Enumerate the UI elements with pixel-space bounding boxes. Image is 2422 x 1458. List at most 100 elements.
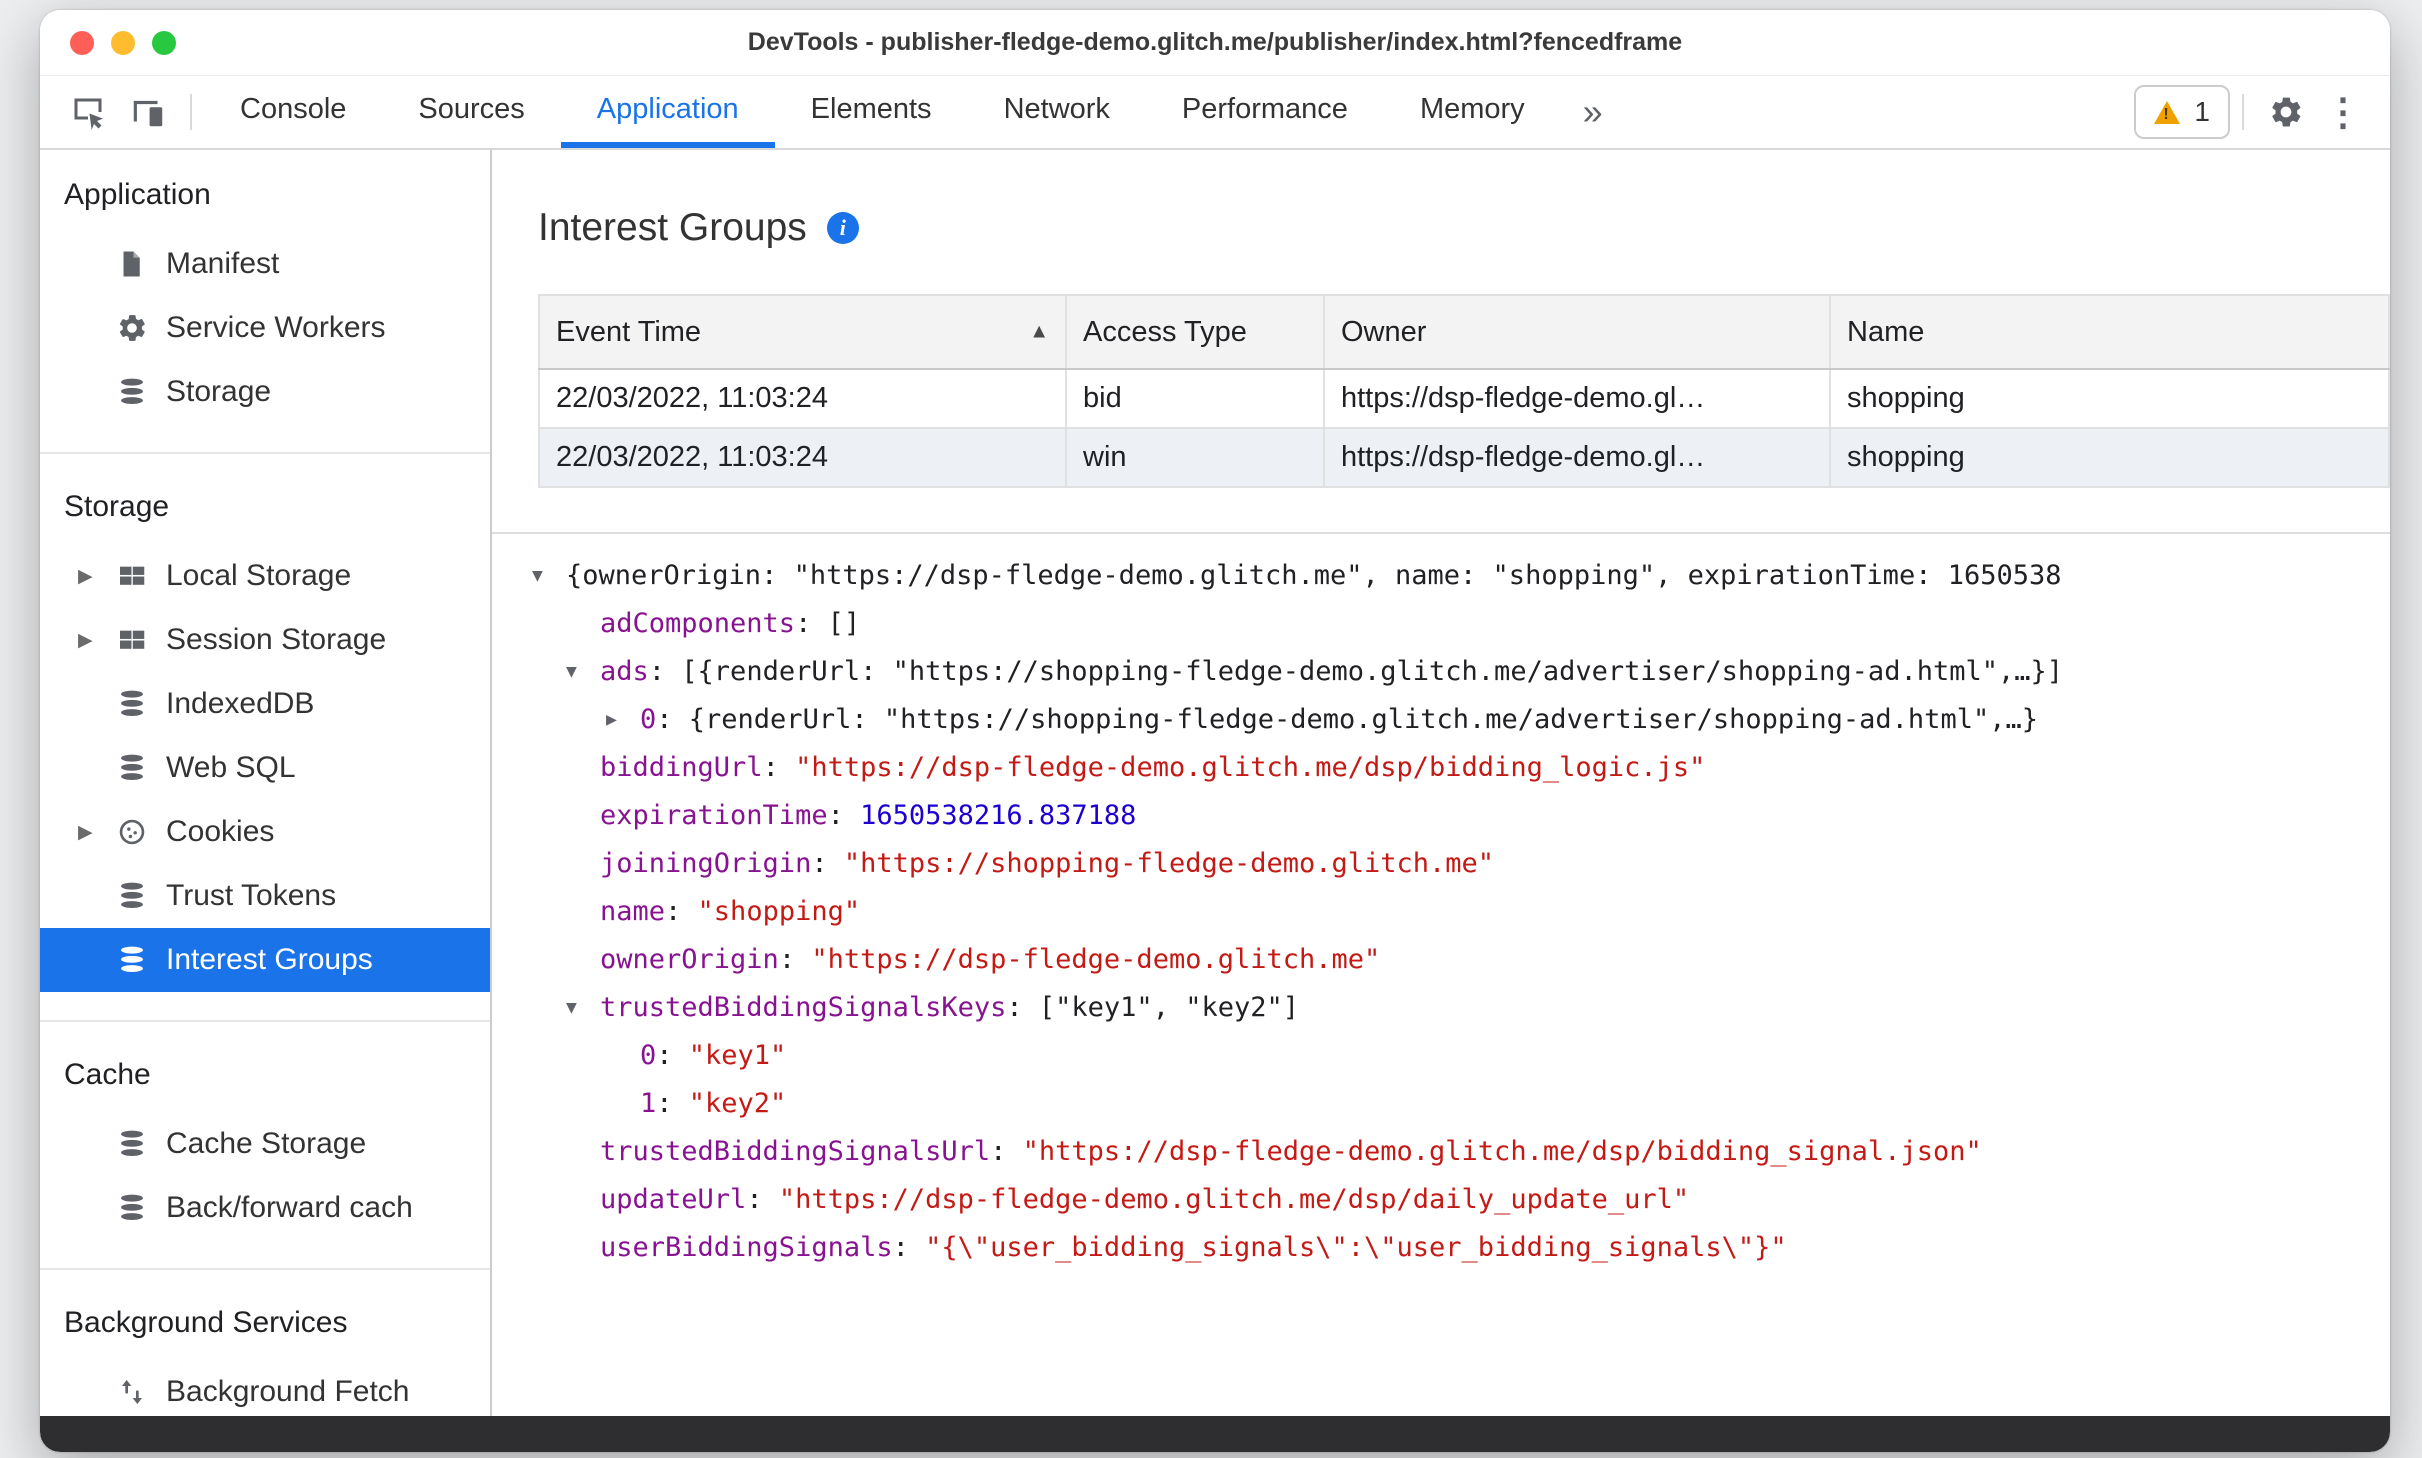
column-header-access-type[interactable]: Access Type [1065,294,1325,370]
sidebar-item-cookies[interactable]: ▶ Cookies [40,800,490,864]
interest-groups-table: Event Time ▲ Access Type Owner Name 22/03/20… [538,294,2390,488]
issues-count: 1 [2194,96,2210,127]
tree-segment: : [] [795,608,861,639]
tree-segment: "{\"user_bidding_signals\":\"user_biddin… [925,1232,1787,1263]
sidebar-item-service-workers[interactable]: Service Workers [40,296,490,360]
page-title: Interest Groups [538,206,807,249]
tab-performance[interactable]: Performance [1146,76,1384,148]
column-header-label: Event Time [556,315,702,348]
tab-elements[interactable]: Elements [775,76,968,148]
window-title: DevTools - publisher-fledge-demo.glitch.… [747,28,1683,56]
cell-name: shopping [1829,427,2390,488]
table-row[interactable]: 22/03/2022, 11:03:24 win https://dsp-fledg… [538,427,2390,488]
chevron-down-icon[interactable]: ▼ [566,984,577,1032]
tree-segment: trustedBiddingSignalsKeys [600,992,1007,1023]
sidebar-item-label: Trust Tokens [166,879,337,912]
sidebar-item-trust-tokens[interactable]: Trust Tokens [40,864,490,928]
sidebar-item-local-storage[interactable]: ▶ Local Storage [40,544,490,608]
tree-segment: 1650538216.837188 [860,800,1137,831]
tree-segment: : [746,1184,779,1215]
json-tree: ▼ {ownerOrigin: "https://dsp-fledge-demo.… [492,532,2390,1416]
sidebar-item-storage[interactable]: Storage [40,360,490,424]
tree-line: userBiddingSignals: "{\"user_bidding_sig… [492,1224,2390,1272]
tree-line[interactable]: ▶ 0: {renderUrl: "https://shopping-fledge… [492,696,2390,744]
column-header-name[interactable]: Name [1829,294,2390,370]
tab-sources[interactable]: Sources [382,76,560,148]
tree-line: 0: "key1" [492,1032,2390,1080]
content-area: Application Manifest Service Workers Storag… [40,150,2390,1416]
gear-icon [116,312,166,344]
chevron-down-icon[interactable]: ▼ [566,648,577,696]
tab-memory[interactable]: Memory [1384,76,1561,148]
cell-owner: https://dsp-fledge-demo.gl… [1323,427,1831,488]
sidebar-item-indexeddb[interactable]: IndexedDB [40,672,490,736]
info-icon[interactable]: i [826,212,859,244]
tree-segment: 1 [640,1088,657,1119]
sort-ascending-icon: ▲ [1029,320,1049,343]
sidebar-item-label: Storage [166,375,272,408]
close-button[interactable] [70,30,94,55]
table-row[interactable]: 22/03/2022, 11:03:24 bid https://dsp-fledg… [538,368,2390,429]
tree-line[interactable]: ▼ trustedBiddingSignalsKeys: ["key1", "ke… [492,984,2390,1032]
tree-line: expirationTime: 1650538216.837188 [492,792,2390,840]
cell-access-type: win [1065,427,1325,488]
sidebar-item-cache-storage[interactable]: Cache Storage [40,1112,490,1176]
tree-segment: trustedBiddingSignalsUrl [600,1136,991,1167]
zoom-button[interactable] [152,30,176,55]
tree-segment: updateUrl [600,1184,747,1215]
sidebar-item-interest-groups[interactable]: Interest Groups [40,928,490,992]
sidebar-item-label: Back/forward cach [166,1191,413,1224]
chevron-right-icon[interactable]: ▶ [78,629,116,652]
tree-segment: 0 [640,704,657,735]
tree-segment: name [600,896,666,927]
cell-event-time: 22/03/2022, 11:03:24 [538,427,1067,488]
database-icon [116,376,166,408]
sidebar-item-web-sql[interactable]: Web SQL [40,736,490,800]
tree-segment: ads [600,656,649,687]
tree-segment: : [{renderUrl: "https://shopping-fledge-… [648,656,2063,687]
tree-segment: "https://dsp-fledge-demo.glitch.me" [811,944,1381,975]
sidebar: Application Manifest Service Workers Storag… [40,150,492,1416]
tree-segment: 0 [640,1040,657,1071]
tree-segment: {ownerOrigin: "https://dsp-fledge-demo.g… [566,560,2062,591]
sidebar-item-label: Session Storage [166,623,387,656]
device-toolbar-icon[interactable] [118,76,178,148]
tree-segment: "https://dsp-fledge-demo.glitch.me/dsp/d… [778,1184,1690,1215]
heading-row: Interest Groups i [538,206,2390,250]
column-header-owner[interactable]: Owner [1323,294,1831,370]
inspect-icon[interactable] [58,76,118,148]
sidebar-item-label: Local Storage [166,559,352,592]
tree-line: joiningOrigin: "https://shopping-fledge-… [492,840,2390,888]
settings-gear-icon[interactable] [2256,94,2316,130]
chevron-right-icon[interactable]: ▶ [78,821,116,844]
section-header-background-services: Background Services [64,1306,348,1339]
sidebar-item-background-fetch[interactable]: Background Fetch [40,1360,490,1416]
column-header-event-time[interactable]: Event Time ▲ [538,294,1067,370]
tree-line[interactable]: ▼ ads: [{renderUrl: "https://shopping-fle… [492,648,2390,696]
tab-console[interactable]: Console [204,76,382,148]
chevron-right-icon[interactable]: ▶ [606,696,617,744]
tree-line: trustedBiddingSignalsUrl: "https://dsp-f… [492,1128,2390,1176]
sidebar-item-back-forward-cach[interactable]: Back/forward cach [40,1176,490,1240]
column-header-label: Owner [1341,315,1427,348]
sidebar-item-label: Web SQL [166,751,296,784]
sidebar-item-manifest[interactable]: Manifest [40,232,490,296]
issues-badge[interactable]: ! 1 [2134,85,2230,139]
chevron-right-icon[interactable]: ▶ [78,565,116,588]
tab-application[interactable]: Application [560,76,775,148]
database-icon [116,688,166,720]
tree-segment: "key2" [688,1088,787,1119]
chevron-down-icon[interactable]: ▼ [532,552,543,600]
toolbar-right: ! 1 ⋮ [2134,76,2370,148]
more-tabs-chevron[interactable]: » [1561,76,1625,148]
minimize-button[interactable] [111,30,135,55]
more-menu-icon[interactable]: ⋮ [2316,90,2370,135]
sidebar-item-label: Cache Storage [166,1127,367,1160]
tree-line: name: "shopping" [492,888,2390,936]
tree-segment: "key1" [688,1040,787,1071]
tree-segment: : {renderUrl: "https://shopping-fledge-d… [656,704,2038,735]
tab-network[interactable]: Network [968,76,1146,148]
titlebar: DevTools - publisher-fledge-demo.glitch.… [40,10,2390,76]
tree-line[interactable]: ▼ {ownerOrigin: "https://dsp-fledge-demo.… [492,552,2390,600]
sidebar-item-session-storage[interactable]: ▶ Session Storage [40,608,490,672]
